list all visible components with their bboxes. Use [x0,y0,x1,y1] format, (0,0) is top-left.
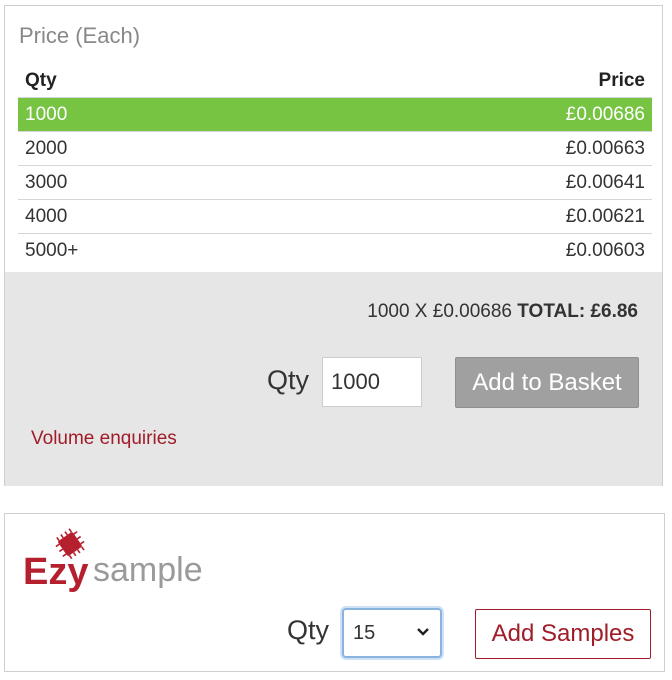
row-price: £0.00663 [283,131,652,166]
table-row[interactable]: 4000 £0.00621 [18,199,652,234]
price-break-table: Qty Price 1000 £0.00686 2000 £0.00663 30… [18,64,652,267]
sample-panel: Ezy sample Qty 15 Add Samples [4,513,665,672]
table-row[interactable]: 1000 £0.00686 [18,97,652,132]
table-row[interactable]: 3000 £0.00641 [18,165,652,200]
row-price: £0.00621 [283,199,652,234]
row-qty: 2000 [18,131,284,166]
row-qty: 5000+ [25,239,79,261]
add-to-basket-button[interactable]: Add to Basket [455,357,639,408]
row-qty: 3000 [18,165,284,200]
row-qty: 4000 [18,199,284,234]
table-row[interactable]: 2000 £0.00663 [18,131,652,166]
row-price: £0.00641 [283,165,652,200]
qty-column-header: Qty [18,64,284,98]
price-panel: Price (Each) Qty Price 1000 £0.00686 200… [4,5,663,486]
price-column-header: Price [283,64,652,98]
row-price: £0.00603 [565,239,645,261]
logo-text-sample: sample [93,551,203,589]
add-samples-button[interactable]: Add Samples [475,609,651,659]
sample-qty-select[interactable]: 15 [342,608,442,658]
add-to-basket-area: 1000 X £0.00686 TOTAL: £6.86 Qty Add to … [5,272,662,486]
qty-label: Qty [267,365,310,395]
price-panel-title: Price (Each) [19,23,141,48]
ezysample-logo: Ezy sample [23,528,203,593]
total-calculation: 1000 X £0.00686 [367,301,512,322]
logo-text-ezy: Ezy [23,551,88,593]
table-row[interactable]: 5000+ £0.00603 [18,234,652,268]
sample-qty-label: Qty [287,615,330,645]
volume-enquiries-link[interactable]: Volume enquiries [31,428,177,450]
table-header-row: Qty Price [18,64,652,98]
sample-qty-value: 15 [353,622,376,644]
order-total: 1000 X £0.00686 TOTAL: £6.86 [367,301,638,323]
chevron-down-icon [417,628,429,636]
qty-input[interactable] [322,357,422,407]
row-qty: 1000 [18,97,284,132]
row-price: £0.00686 [283,97,652,132]
total-amount: TOTAL: £6.86 [517,301,638,322]
